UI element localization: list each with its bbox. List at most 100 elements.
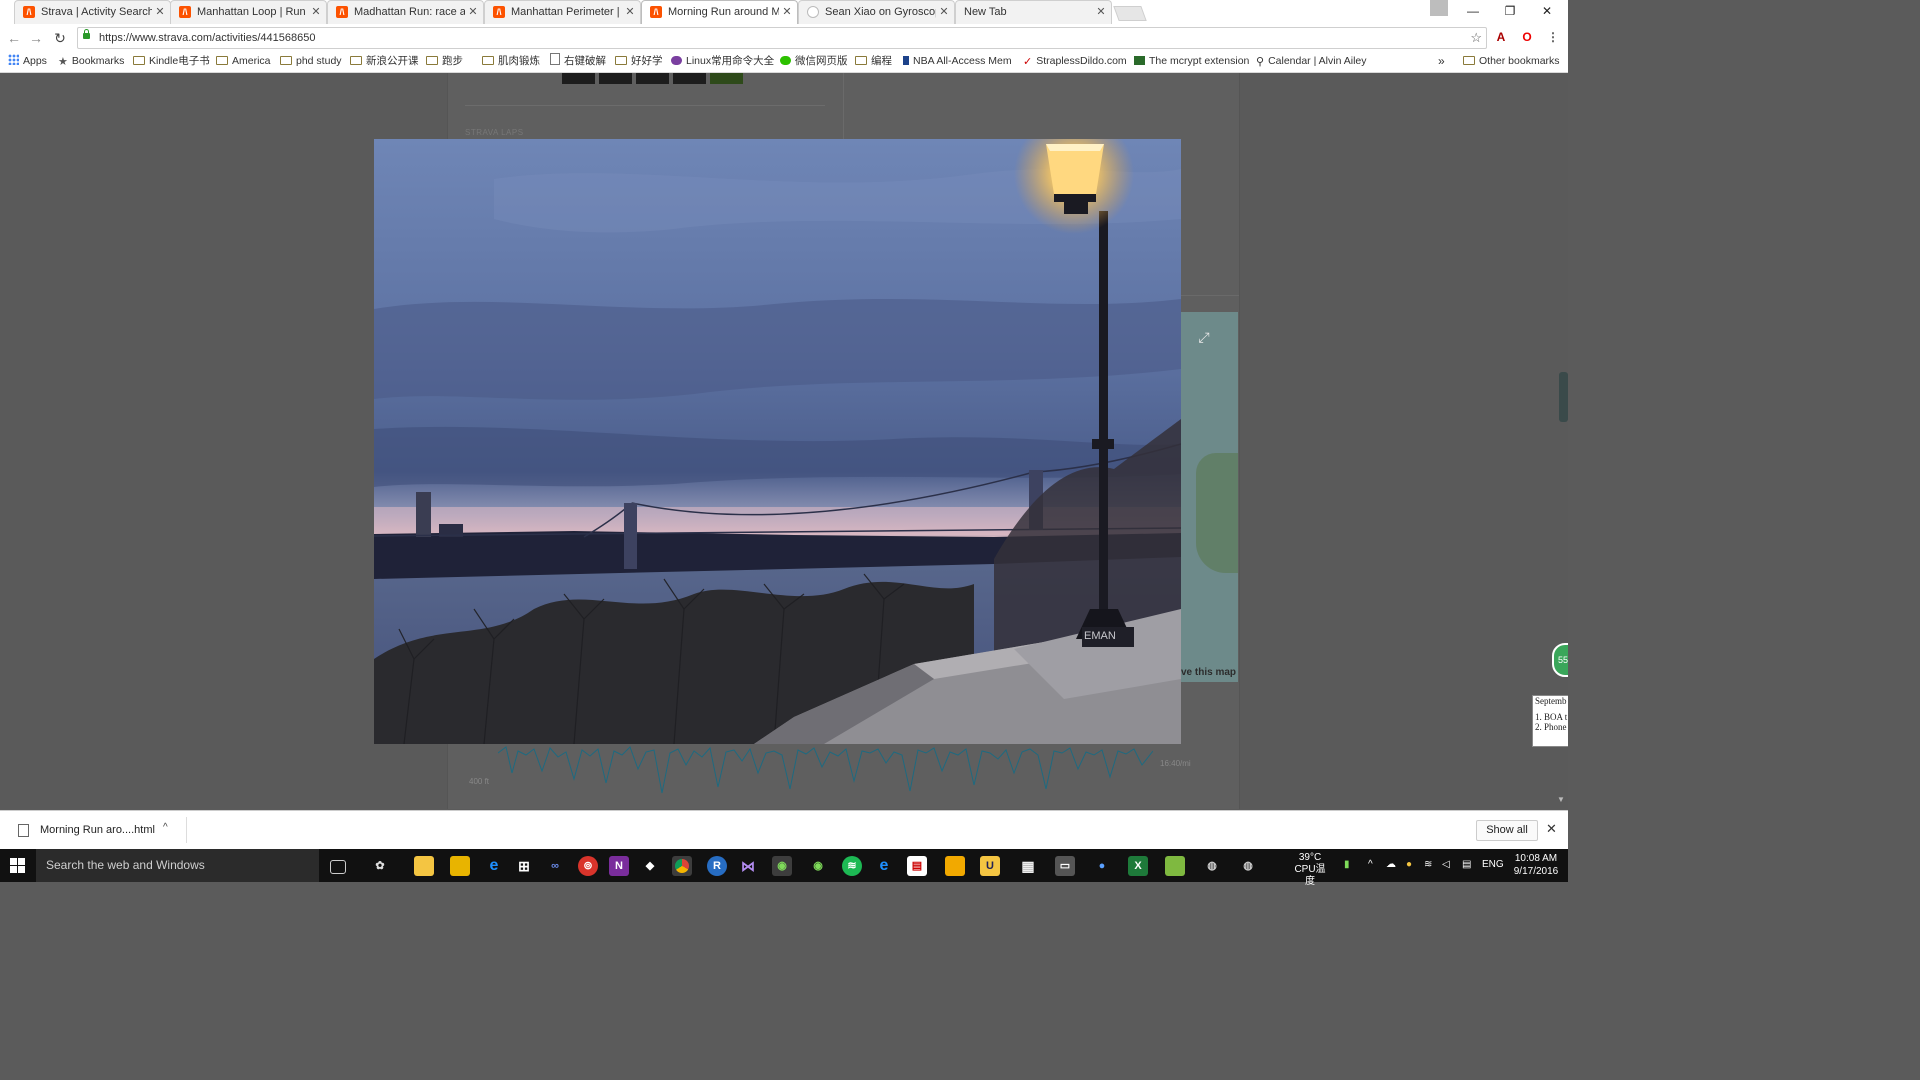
bookmark-other-bookmarks[interactable]: Other bookmarks [1463, 51, 1560, 72]
battery-icon[interactable]: ▮ [1344, 859, 1350, 870]
language-indicator[interactable]: ENG [1482, 859, 1504, 870]
address-bar[interactable]: https://www.strava.com/activities/441568… [77, 27, 1487, 49]
bookmarks-overflow-icon[interactable]: » [1438, 51, 1445, 72]
close-tab-icon[interactable]: ✕ [1095, 1, 1107, 24]
back-icon[interactable]: ← [5, 29, 23, 47]
wechat-icon[interactable]: ◉ [772, 856, 792, 876]
acrobat-extension-icon[interactable]: A [1493, 29, 1509, 45]
photo-thumbnail[interactable] [673, 73, 706, 84]
download-filename[interactable]: Morning Run aro....html [40, 824, 155, 836]
bookmark-study[interactable]: 好好学 [615, 51, 663, 72]
tab-manhattan-loop[interactable]: /\ Manhattan Loop | Run | S ✕ [170, 0, 327, 24]
close-tab-icon[interactable]: ✕ [781, 1, 793, 24]
reload-icon[interactable]: ↻ [51, 29, 69, 47]
minimize-icon[interactable]: — [1458, 2, 1488, 20]
show-all-button[interactable]: Show all [1476, 820, 1538, 841]
photo-thumbnail[interactable] [636, 73, 669, 84]
bookmark-alvin-ailey[interactable]: ⚲ Calendar | Alvin Ailey [1256, 51, 1367, 72]
photo-thumbnail[interactable] [599, 73, 632, 84]
bookmark-wechat-web[interactable]: 微信网页版 [780, 51, 848, 72]
bookmark-kindle[interactable]: Kindle电子书 [133, 51, 210, 72]
bookmark-apps[interactable]: Apps [8, 51, 47, 72]
close-tab-icon[interactable]: ✕ [938, 1, 950, 24]
chrome-icon[interactable] [672, 856, 692, 876]
new-tab-button[interactable] [1113, 6, 1147, 21]
tab-manhattan-perimeter[interactable]: /\ Manhattan Perimeter | R ✕ [484, 0, 641, 24]
pdf-app-icon[interactable]: ▤ [907, 856, 927, 876]
wifi-icon[interactable]: ≋ [1424, 859, 1432, 870]
edge-icon[interactable]: e [484, 856, 504, 876]
bookmark-linux-commands[interactable]: Linux常用命令大全 [671, 51, 774, 72]
wechat-2-icon[interactable]: ◉ [808, 856, 828, 876]
floating-badge[interactable]: 55 [1552, 643, 1568, 677]
volume-icon[interactable]: ◁ [1442, 859, 1450, 870]
forward-icon[interactable]: → [27, 29, 45, 47]
notes-app-icon[interactable] [945, 856, 965, 876]
photo-lightbox[interactable]: EMAN [374, 139, 1181, 744]
layers-app-icon[interactable] [1165, 856, 1185, 876]
folder-app-icon[interactable] [450, 856, 470, 876]
netease-music-icon[interactable]: ⊚ [578, 856, 598, 876]
app-circle-icon[interactable]: ◍ [1238, 856, 1258, 876]
opera-extension-icon[interactable]: O [1519, 29, 1535, 45]
bookmark-america[interactable]: America [216, 51, 271, 72]
internet-explorer-icon[interactable]: e [874, 856, 894, 876]
bookmark-right-click-crack[interactable]: 右键破解 [550, 51, 606, 72]
bookmark-bookmarks[interactable]: ★ Bookmarks [58, 51, 124, 72]
tab-morning-run[interactable]: /\ Morning Run around Ma ✕ [641, 0, 798, 24]
maps-app-icon[interactable]: ● [1092, 856, 1112, 876]
infinity-app-icon[interactable]: ∞ [545, 856, 565, 876]
photo-thumbnail[interactable] [710, 73, 743, 84]
calculator-icon[interactable]: ▦ [1018, 856, 1038, 876]
profile-icon[interactable] [1430, 0, 1448, 16]
task-view-icon[interactable] [330, 860, 346, 874]
app-icon[interactable]: ✿ [370, 856, 390, 876]
scroll-down-arrow-icon[interactable]: ▼ [1557, 795, 1565, 804]
bookmark-muscle-training[interactable]: 肌肉锻炼 [482, 51, 540, 72]
restore-icon[interactable]: ❐ [1495, 2, 1525, 20]
app-tray-icon[interactable]: ● [1406, 859, 1412, 870]
close-tab-icon[interactable]: ✕ [467, 1, 479, 24]
close-window-icon[interactable]: ✕ [1532, 2, 1562, 20]
close-tab-icon[interactable]: ✕ [154, 1, 166, 24]
tab-madhattan-run[interactable]: /\ Madhattan Run: race aro ✕ [327, 0, 484, 24]
media-app-icon[interactable]: ▭ [1055, 856, 1075, 876]
store-icon[interactable]: ⊞ [514, 856, 534, 876]
bookmark-nba[interactable]: NBA All-Access Mem [903, 51, 1012, 72]
bookmark-mcrypt[interactable]: The mcrypt extension [1134, 51, 1249, 72]
save-map-link[interactable]: ve this map [1181, 667, 1236, 678]
windows-start-icon[interactable] [10, 858, 26, 874]
file-explorer-icon[interactable] [414, 856, 434, 876]
close-tab-icon[interactable]: ✕ [624, 1, 636, 24]
close-tab-icon[interactable]: ✕ [310, 1, 322, 24]
git-icon[interactable]: ◆ [640, 856, 660, 876]
onedrive-icon[interactable]: ☁ [1386, 859, 1396, 870]
bookmark-phd-study[interactable]: phd study [280, 51, 342, 72]
scrollbar-thumb[interactable] [1559, 372, 1568, 422]
chevron-up-icon[interactable]: ^ [163, 822, 168, 833]
excel-icon[interactable]: X [1128, 856, 1148, 876]
show-hidden-icons-icon[interactable]: ^ [1368, 859, 1373, 870]
visual-studio-icon[interactable]: ⋈ [738, 856, 758, 876]
drive-icon[interactable]: ◍ [1202, 856, 1222, 876]
bookmark-strapless[interactable]: ✓ StraplessDildo.com [1023, 51, 1127, 72]
onenote-icon[interactable]: N [609, 856, 629, 876]
bookmark-running[interactable]: 跑步 [426, 51, 463, 72]
cpu-temperature[interactable]: 39°C CPU温度 [1290, 852, 1330, 888]
app-u-icon[interactable]: U [980, 856, 1000, 876]
url-text[interactable]: https://www.strava.com/activities/441568… [99, 28, 315, 48]
menu-icon[interactable]: ⋮ [1545, 29, 1561, 45]
tab-strava-activity-search[interactable]: /\ Strava | Activity Search ✕ [14, 0, 171, 24]
bookmark-sina-open-course[interactable]: 新浪公开课 [350, 51, 419, 72]
r-studio-icon[interactable]: R [707, 856, 727, 876]
tab-sean-xiao-gyroscope[interactable]: Sean Xiao on Gyroscope ✕ [798, 0, 955, 24]
expand-map-icon[interactable]: ⤢ [1196, 329, 1212, 345]
bookmark-star-icon[interactable]: ☆ [1470, 28, 1482, 48]
action-center-icon[interactable]: ▤ [1462, 859, 1471, 870]
taskbar-search-input[interactable]: Search the web and Windows [36, 849, 319, 882]
close-downloads-icon[interactable]: ✕ [1546, 821, 1557, 837]
bookmark-programming[interactable]: 编程 [855, 51, 892, 72]
tab-new-tab[interactable]: New Tab ✕ [955, 0, 1112, 24]
clock[interactable]: 10:08 AM 9/17/2016 [1508, 852, 1564, 878]
spotify-icon[interactable]: ≋ [842, 856, 862, 876]
